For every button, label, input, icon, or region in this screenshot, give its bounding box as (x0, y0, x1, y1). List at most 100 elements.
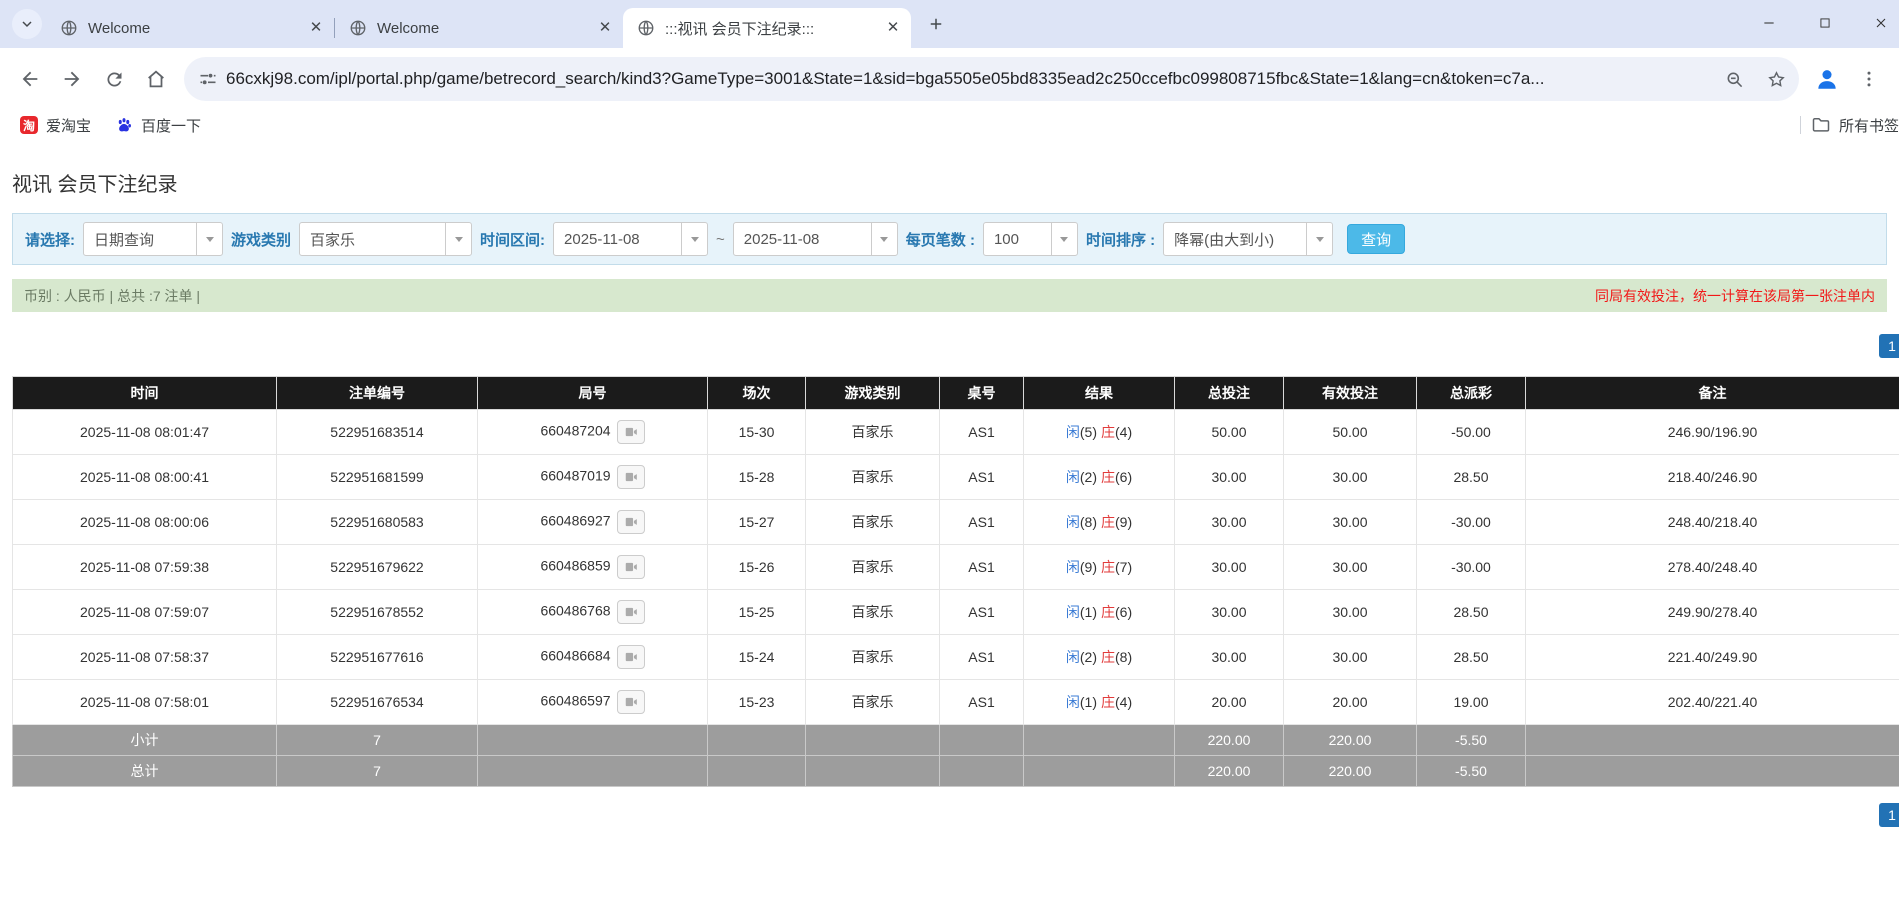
summary-empty-cell (478, 756, 708, 787)
table-row: 2025-11-08 07:58:37522951677616660486684… (13, 635, 1899, 680)
zoom-level-button[interactable] (1717, 62, 1751, 96)
home-icon (145, 68, 167, 90)
select-arrow[interactable] (1306, 223, 1332, 255)
bookmark-star-button[interactable] (1759, 62, 1793, 96)
all-bookmarks-button[interactable]: 所有书签 (1811, 115, 1899, 136)
cell-result: 闲(2)庄(6) (1024, 455, 1175, 500)
bookmark-taobao[interactable]: 淘 爱淘宝 (8, 112, 103, 138)
player-result: 闲 (1066, 694, 1080, 710)
cell-total-bet[interactable]: 20.00 (1175, 680, 1284, 725)
baidu-paw-icon (115, 116, 133, 134)
address-bar[interactable]: 66cxkj98.com/ipl/portal.php/game/betreco… (184, 57, 1799, 101)
round-id-text: 660487204 (540, 423, 610, 439)
column-header: 桌号 (940, 377, 1024, 410)
url-text[interactable]: 66cxkj98.com/ipl/portal.php/game/betreco… (226, 69, 1709, 89)
select-arrow[interactable] (1051, 223, 1077, 255)
all-bookmarks-label: 所有书签 (1839, 115, 1899, 136)
tab-close-icon[interactable]: ✕ (595, 18, 615, 38)
tab-title: Welcome (88, 20, 296, 37)
chevron-down-icon (206, 237, 214, 242)
bookmark-baidu[interactable]: 百度一下 (103, 112, 213, 138)
cell-total-bet[interactable]: 30.00 (1175, 635, 1284, 680)
date-from-select[interactable]: 2025-11-08 (553, 222, 708, 256)
column-header: 时间 (13, 377, 277, 410)
cell-note: 248.40/218.40 (1526, 500, 1899, 545)
summary-label: 总计 (13, 756, 277, 787)
video-icon (623, 695, 639, 709)
banker-result: 庄 (1101, 694, 1115, 710)
video-replay-button[interactable] (617, 690, 645, 714)
cell-round-id: 660487204 (478, 410, 708, 455)
close-window-button[interactable] (1853, 0, 1899, 46)
cell-result: 闲(5)庄(4) (1024, 410, 1175, 455)
query-type-select[interactable]: 日期查询 (83, 222, 223, 256)
minimize-button[interactable] (1741, 0, 1797, 46)
sort-select[interactable]: 降幂(由大到小) (1163, 222, 1333, 256)
maximize-button[interactable] (1797, 0, 1853, 46)
per-page-select[interactable]: 100 (983, 222, 1078, 256)
cell-game-type: 百家乐 (806, 455, 940, 500)
cell-note: 218.40/246.90 (1526, 455, 1899, 500)
video-replay-button[interactable] (617, 420, 645, 444)
video-replay-button[interactable] (617, 645, 645, 669)
cell-bet-id: 522951676534 (277, 680, 478, 725)
page-title: 视讯 会员下注纪录 (12, 168, 1899, 197)
banker-result: 庄 (1101, 424, 1115, 440)
profile-button[interactable] (1807, 59, 1847, 99)
tab-bet-record-active[interactable]: :::视讯 会员下注纪录::: ✕ (623, 8, 911, 48)
select-arrow[interactable] (871, 223, 897, 255)
chevron-down-icon (880, 237, 888, 242)
bet-table-body: 时间注单编号局号场次游戏类别桌号结果总投注有效投注总派彩备注2025-11-08… (13, 377, 1899, 787)
cell-total-bet[interactable]: 30.00 (1175, 500, 1284, 545)
forward-icon (61, 68, 83, 90)
select-arrow[interactable] (445, 223, 471, 255)
cell-bet-id: 522951680583 (277, 500, 478, 545)
site-info-icon[interactable] (198, 69, 218, 89)
select-arrow[interactable] (196, 223, 222, 255)
player-result: 闲 (1066, 649, 1080, 665)
cell-session: 15-24 (708, 635, 806, 680)
cell-total-bet[interactable]: 30.00 (1175, 545, 1284, 590)
game-type-select[interactable]: 百家乐 (299, 222, 472, 256)
video-replay-button[interactable] (617, 555, 645, 579)
tab-welcome-2[interactable]: Welcome ✕ (335, 8, 623, 48)
page-1-button[interactable]: 1 (1879, 803, 1899, 827)
cell-payout: 28.50 (1417, 455, 1526, 500)
date-to-value: 2025-11-08 (734, 231, 871, 248)
home-button[interactable] (136, 59, 176, 99)
cell-total-bet[interactable]: 30.00 (1175, 590, 1284, 635)
cell-total-bet[interactable]: 50.00 (1175, 410, 1284, 455)
player-count: (8) (1080, 514, 1097, 530)
new-tab-button[interactable] (921, 9, 951, 39)
tab-welcome-1[interactable]: Welcome ✕ (46, 8, 334, 48)
search-button[interactable]: 查询 (1347, 224, 1405, 254)
page-1-button[interactable]: 1 (1879, 334, 1899, 358)
subtotal-row: 小计7220.00220.00-5.50 (13, 725, 1899, 756)
cell-table-no: AS1 (940, 410, 1024, 455)
cell-round-id: 660486927 (478, 500, 708, 545)
cell-round-id: 660486684 (478, 635, 708, 680)
browser-menu-button[interactable] (1849, 59, 1889, 99)
video-replay-button[interactable] (617, 510, 645, 534)
summary-empty-cell (806, 756, 940, 787)
reload-button[interactable] (94, 59, 134, 99)
forward-button[interactable] (52, 59, 92, 99)
round-id-text: 660486927 (540, 513, 610, 529)
summary-empty-cell (1024, 756, 1175, 787)
chevron-down-icon (1316, 237, 1324, 242)
date-to-select[interactable]: 2025-11-08 (733, 222, 898, 256)
cell-valid-bet: 30.00 (1284, 455, 1417, 500)
tab-close-icon[interactable]: ✕ (883, 18, 903, 38)
column-header: 游戏类别 (806, 377, 940, 410)
select-arrow[interactable] (681, 223, 707, 255)
back-button[interactable] (10, 59, 50, 99)
tab-close-icon[interactable]: ✕ (306, 18, 326, 38)
video-replay-button[interactable] (617, 600, 645, 624)
tab-search-button[interactable] (12, 9, 42, 39)
cell-payout: -50.00 (1417, 410, 1526, 455)
cell-valid-bet: 30.00 (1284, 500, 1417, 545)
cell-total-bet[interactable]: 30.00 (1175, 455, 1284, 500)
chevron-down-icon (455, 237, 463, 242)
cell-payout: 28.50 (1417, 635, 1526, 680)
video-replay-button[interactable] (617, 465, 645, 489)
